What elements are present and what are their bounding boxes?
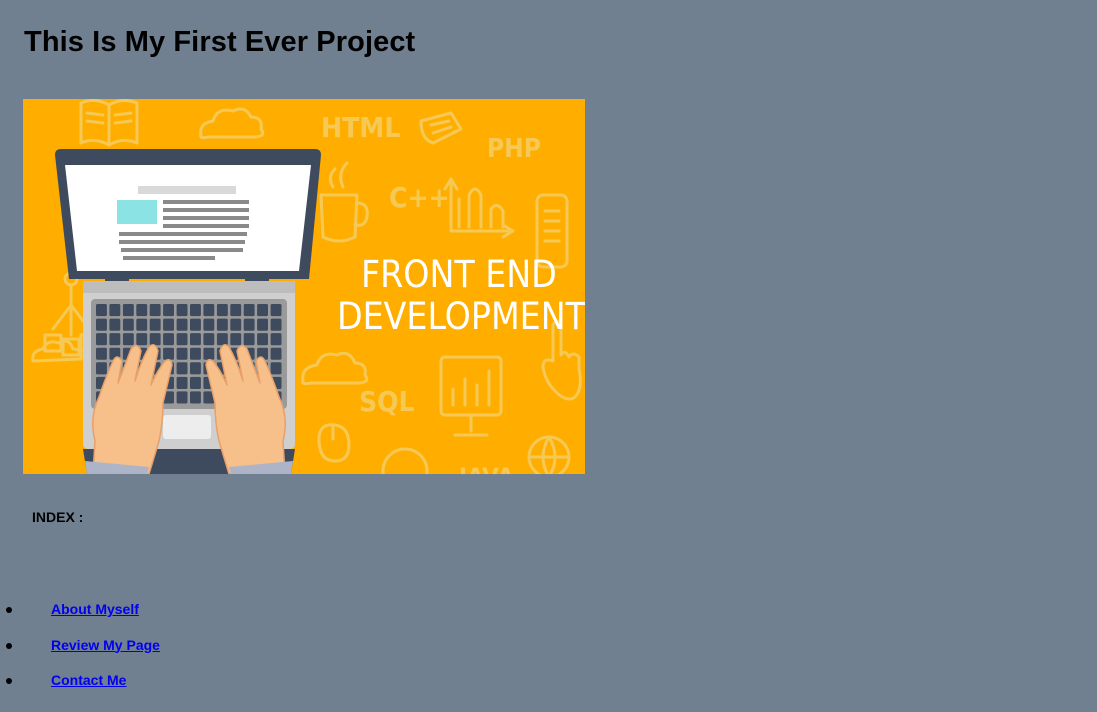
- laptop-icon: [55, 149, 321, 474]
- doodle-label-cpp: C++: [389, 181, 450, 214]
- keyboard-key: [216, 304, 228, 317]
- keyboard-key: [163, 318, 174, 331]
- keyboard-key: [203, 304, 215, 317]
- keyboard-key: [163, 347, 174, 360]
- keyboard-key: [270, 304, 282, 317]
- keyboard-key: [176, 362, 188, 375]
- review-my-page-link[interactable]: Review My Page: [51, 634, 160, 656]
- keyboard-key: [176, 376, 188, 389]
- keyboard-key: [149, 333, 161, 346]
- keyboard-key: [176, 391, 188, 404]
- keyboard-key: [216, 318, 228, 331]
- about-myself-link[interactable]: About Myself: [51, 598, 139, 620]
- keyboard-key: [96, 333, 107, 346]
- keyboard-key: [96, 304, 107, 317]
- keyboard-key: [203, 318, 215, 331]
- keyboard-key: [190, 347, 201, 360]
- keyboard-key: [270, 318, 282, 331]
- keyboard-key: [270, 347, 282, 360]
- index-label: INDEX :: [32, 509, 84, 525]
- bullet-icon: [6, 642, 12, 649]
- keyboard-key: [136, 318, 148, 331]
- keyboard-key: [190, 304, 201, 317]
- keyboard-key: [136, 304, 148, 317]
- hero-image: HTML PHP C++ SQL JAVA: [23, 99, 585, 474]
- keyboard-key: [176, 304, 188, 317]
- bullet-icon: [6, 607, 12, 613]
- keyboard-key: [163, 333, 174, 346]
- doodle-label-java: JAVA: [457, 463, 514, 474]
- keyboard-key: [257, 333, 268, 346]
- keyboard-key: [109, 333, 121, 346]
- page-title: This Is My First Ever Project: [24, 26, 416, 58]
- keyboard-key: [96, 347, 107, 360]
- keyboard-key: [243, 333, 255, 346]
- keyboard-key: [149, 304, 161, 317]
- keyboard-key: [190, 333, 201, 346]
- keyboard-key: [136, 333, 148, 346]
- bullet-icon: [6, 678, 12, 684]
- keyboard-key: [230, 304, 242, 317]
- hero-headline-line1: FRONT END: [361, 253, 557, 296]
- doodle-label-html: HTML: [321, 111, 400, 144]
- keyboard-key: [243, 318, 255, 331]
- keyboard-key: [230, 318, 242, 331]
- keyboard-key: [243, 304, 255, 317]
- keyboard-key: [96, 318, 107, 331]
- keyboard-key: [122, 333, 134, 346]
- keyboard-key: [122, 304, 134, 317]
- keyboard-key: [109, 304, 121, 317]
- keyboard-key: [257, 304, 268, 317]
- hero-headline-line2: DEVELOPMENT: [337, 295, 585, 338]
- keyboard-key: [270, 333, 282, 346]
- keyboard-key: [203, 347, 215, 360]
- keyboard-key: [203, 333, 215, 346]
- keyboard-key: [190, 318, 201, 331]
- keyboard-key: [230, 333, 242, 346]
- keyboard-key: [216, 333, 228, 346]
- keyboard-key: [190, 376, 201, 389]
- keyboard-key: [190, 391, 201, 404]
- doodle-label-sql: SQL: [359, 385, 415, 418]
- keyboard-key: [176, 318, 188, 331]
- keyboard-key: [96, 362, 107, 375]
- keyboard-key: [190, 362, 201, 375]
- keyboard-key: [176, 347, 188, 360]
- keyboard-key: [109, 318, 121, 331]
- doodle-label-php: PHP: [487, 134, 541, 164]
- keyboard-key: [270, 362, 282, 375]
- keyboard-key: [176, 333, 188, 346]
- contact-me-link[interactable]: Contact Me: [51, 669, 126, 691]
- keyboard-key: [122, 318, 134, 331]
- keyboard-key: [163, 304, 174, 317]
- keyboard-key: [149, 318, 161, 331]
- keyboard-key: [257, 318, 268, 331]
